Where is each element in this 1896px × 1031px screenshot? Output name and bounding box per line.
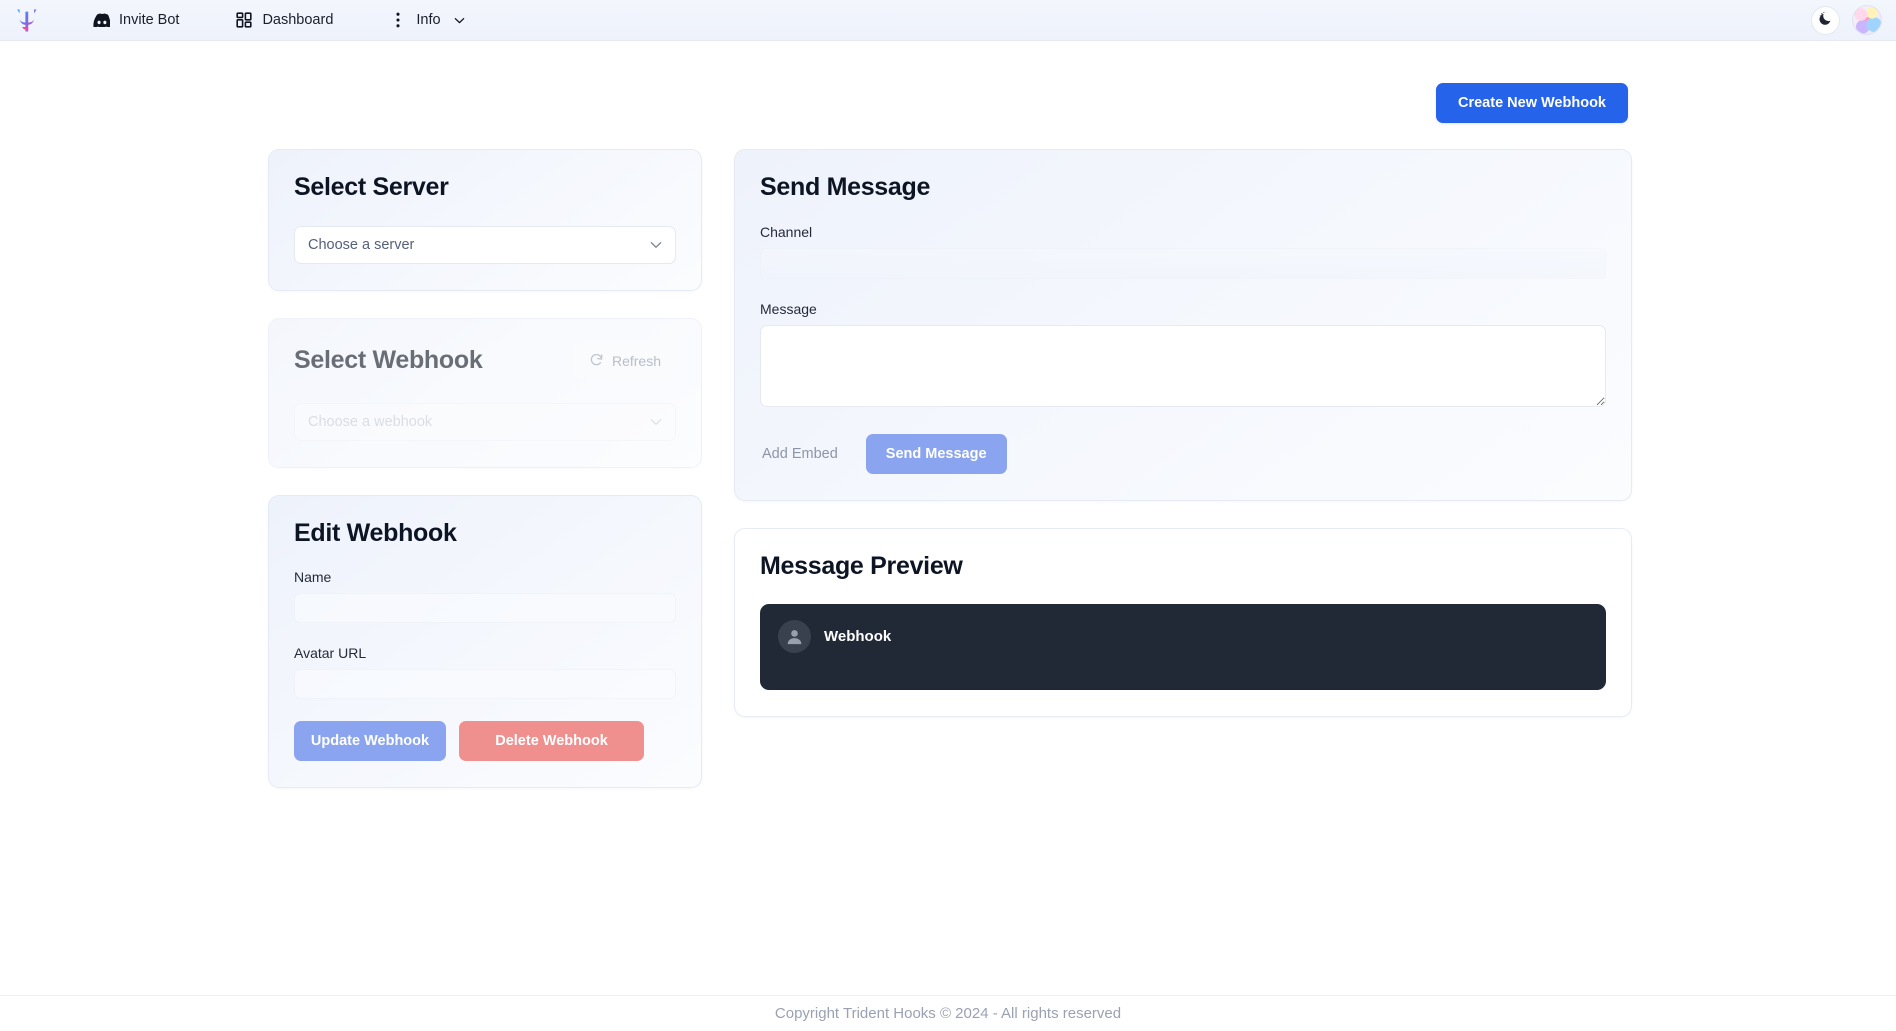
select-webhook-title: Select Webhook — [294, 347, 482, 375]
server-select-value: Choose a server — [308, 237, 414, 253]
webhook-avatar-url-input[interactable] — [294, 669, 676, 699]
nav-item-label: Info — [416, 12, 440, 28]
select-webhook-header: Select Webhook Refresh — [294, 343, 676, 379]
message-preview-title: Message Preview — [760, 553, 1606, 581]
user-placeholder-icon — [778, 620, 811, 653]
avatar-url-field-label: Avatar URL — [294, 645, 676, 661]
channel-field-label: Channel — [760, 224, 1606, 240]
discord-icon — [92, 11, 110, 29]
navbar-items: Invite Bot Dashboard — [78, 5, 479, 35]
trident-logo-icon[interactable] — [12, 5, 42, 35]
name-field-label: Name — [294, 569, 676, 585]
vertical-dots-icon — [389, 11, 407, 29]
refresh-icon — [589, 352, 604, 370]
update-webhook-button[interactable]: Update Webhook — [294, 721, 446, 761]
edit-webhook-card: Edit Webhook Name Avatar URL Update Webh… — [268, 495, 702, 789]
send-message-actions: Add Embed Send Message — [760, 434, 1606, 474]
refresh-label: Refresh — [612, 353, 661, 369]
copyright-text: Copyright Trident Hooks © 2024 - All rig… — [775, 1005, 1121, 1022]
nav-item-dashboard[interactable]: Dashboard — [221, 5, 347, 35]
message-field-label: Message — [760, 301, 1606, 317]
edit-webhook-actions: Update Webhook Delete Webhook — [294, 721, 676, 761]
right-column: Send Message Channel Message Add Embed S… — [734, 149, 1632, 744]
select-webhook-card: Select Webhook Refresh Choose a webhook — [268, 318, 702, 468]
user-avatar[interactable] — [1852, 5, 1882, 35]
nav-item-label: Dashboard — [262, 12, 333, 28]
nav-item-label: Invite Bot — [119, 12, 179, 28]
moon-stars-icon — [1818, 11, 1833, 29]
nav-item-invite-bot[interactable]: Invite Bot — [78, 5, 193, 35]
left-column: Select Server Choose a server Select Web… — [268, 149, 702, 815]
message-textarea[interactable] — [760, 325, 1606, 407]
page-content: Create New Webhook Select Server Choose … — [0, 41, 1896, 995]
top-navbar: Invite Bot Dashboard — [0, 0, 1896, 41]
webhook-select-dropdown[interactable]: Choose a webhook — [294, 403, 676, 441]
send-message-title: Send Message — [760, 174, 1606, 202]
create-new-webhook-button[interactable]: Create New Webhook — [1436, 83, 1628, 123]
message-preview-card: Message Preview Webhook — [734, 528, 1632, 718]
preview-webhook-name: Webhook — [824, 620, 891, 653]
message-preview-box: Webhook — [760, 604, 1606, 690]
grid-dashboard-icon — [235, 11, 253, 29]
dark-mode-toggle-button[interactable] — [1811, 6, 1840, 35]
page-toolbar: Create New Webhook — [268, 41, 1628, 123]
navbar-right-controls — [1811, 5, 1882, 35]
chevron-down-icon — [650, 237, 662, 253]
nav-item-info[interactable]: Info — [375, 5, 478, 35]
send-message-card: Send Message Channel Message Add Embed S… — [734, 149, 1632, 501]
refresh-webhooks-button[interactable]: Refresh — [574, 343, 676, 379]
add-embed-button[interactable]: Add Embed — [760, 436, 840, 472]
webhook-select-value: Choose a webhook — [308, 414, 432, 430]
webhook-name-input[interactable] — [294, 593, 676, 623]
chevron-down-icon — [454, 17, 465, 24]
select-server-card: Select Server Choose a server — [268, 149, 702, 291]
chevron-down-icon — [650, 414, 662, 430]
select-server-title: Select Server — [294, 174, 676, 202]
columns-layout: Select Server Choose a server Select Web… — [268, 149, 1628, 815]
delete-webhook-button[interactable]: Delete Webhook — [459, 721, 644, 761]
page-footer: Copyright Trident Hooks © 2024 - All rig… — [0, 995, 1896, 1031]
edit-webhook-title: Edit Webhook — [294, 520, 676, 548]
server-select-dropdown[interactable]: Choose a server — [294, 226, 676, 264]
send-message-button[interactable]: Send Message — [866, 434, 1007, 474]
channel-select-dropdown[interactable] — [760, 248, 1606, 279]
